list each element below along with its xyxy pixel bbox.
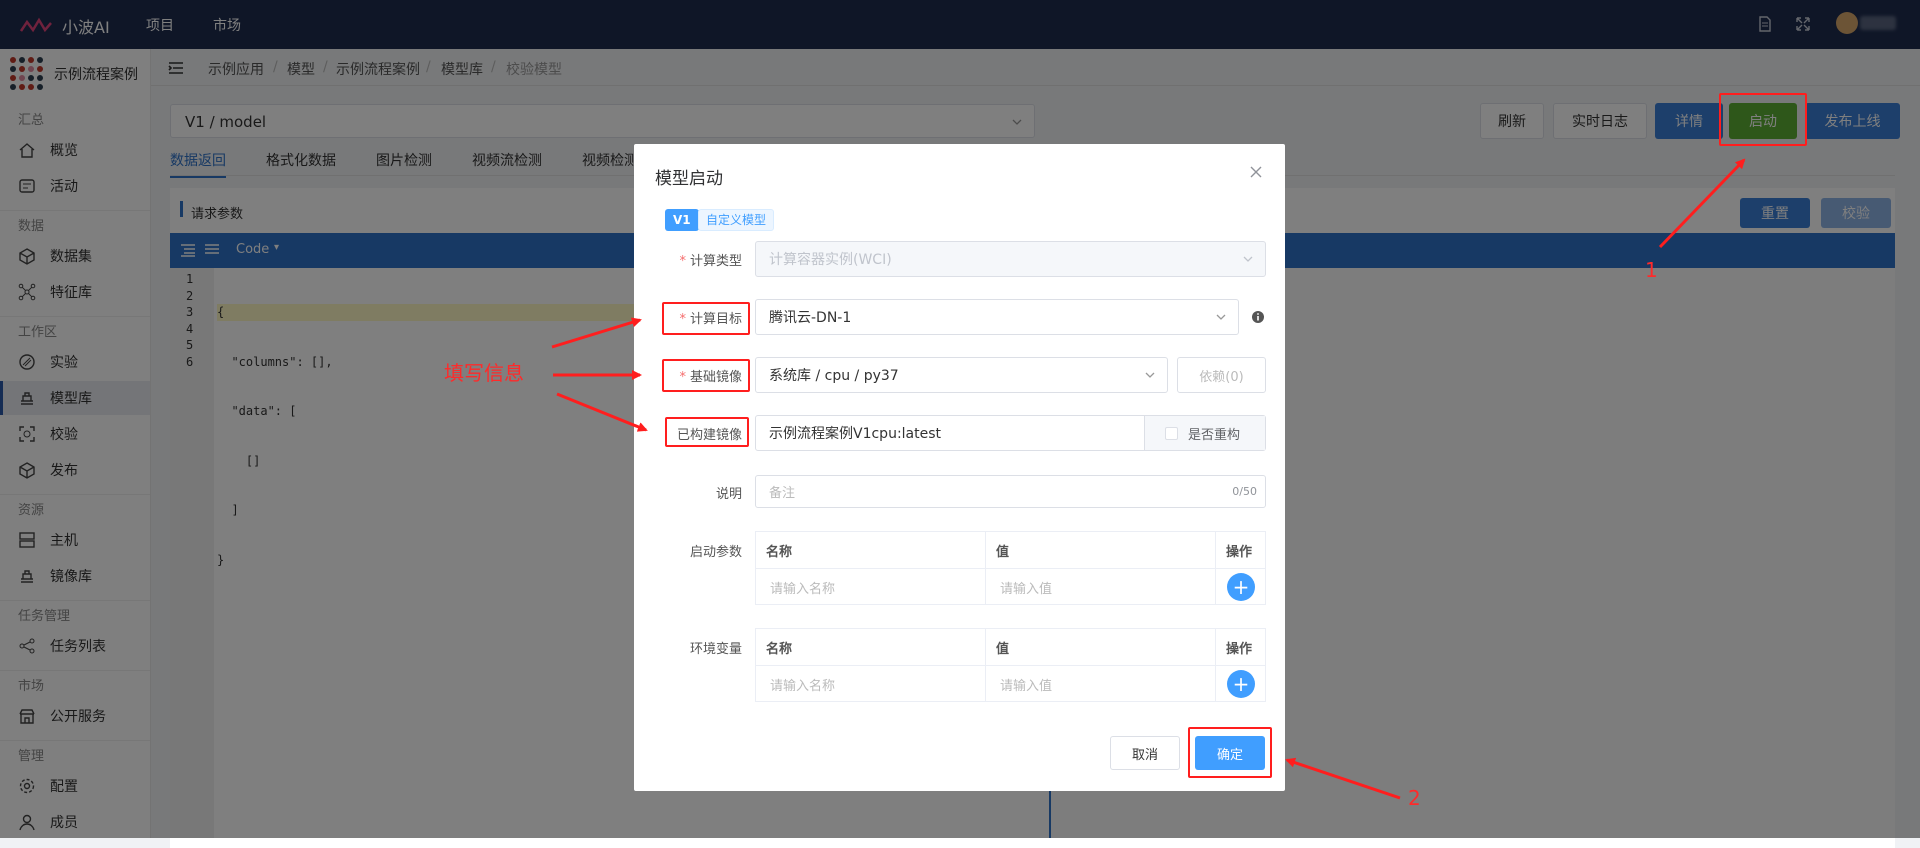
arrow-to-built-image <box>556 392 648 432</box>
arrow-to-target <box>551 317 642 349</box>
annotation-arrows <box>551 158 1746 800</box>
arrow-to-start <box>1658 158 1746 249</box>
arrow-to-confirm <box>1285 757 1401 800</box>
